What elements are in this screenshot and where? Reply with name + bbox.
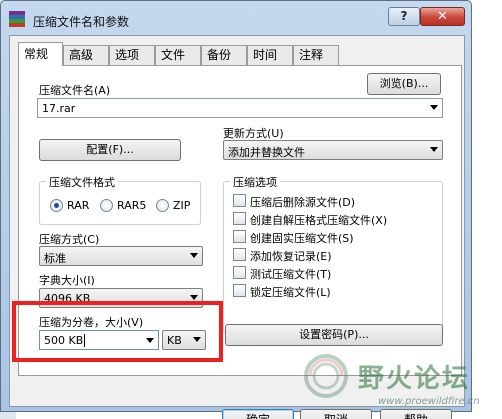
update-mode-dropdown[interactable]: 添加并替换文件	[223, 140, 443, 160]
profiles-button[interactable]: 配置(F)...	[39, 139, 181, 161]
tab-options[interactable]: 选项	[109, 45, 155, 65]
tab-comment[interactable]: 注释	[293, 45, 339, 65]
update-mode-value: 添加并替换文件	[228, 146, 305, 159]
tab-files[interactable]: 文件	[155, 45, 201, 65]
window-title: 压缩文件名和参数	[33, 15, 130, 29]
chevron-down-icon	[430, 105, 438, 110]
create-solid-label[interactable]: 创建固实压缩文件(S)	[250, 230, 354, 246]
create-solid-checkbox[interactable]	[233, 230, 246, 243]
set-password-button[interactable]: 设置密码(P)...	[225, 324, 443, 346]
format-rar5-label[interactable]: RAR5	[117, 199, 146, 212]
title-bar[interactable]: 压缩文件名和参数 ? ✕	[1, 1, 471, 35]
cancel-button[interactable]: 取消	[300, 409, 372, 419]
archive-name-value: 17.rar	[42, 102, 76, 115]
create-sfx-label[interactable]: 创建自解压格式压缩文件(X)	[250, 212, 387, 228]
close-button[interactable]: ✕	[420, 7, 465, 26]
chevron-down-icon	[190, 295, 198, 300]
test-archive-checkbox[interactable]	[233, 266, 246, 279]
tab-general[interactable]: 常规	[18, 42, 63, 66]
lock-archive-checkbox[interactable]	[233, 284, 246, 297]
format-zip-label[interactable]: ZIP	[173, 199, 190, 212]
format-rar-radio[interactable]	[50, 199, 63, 212]
help-title-button[interactable]: ?	[388, 7, 420, 26]
archive-format-legend: 压缩文件格式	[46, 174, 118, 190]
delete-after-archiving-checkbox[interactable]	[233, 194, 246, 207]
ok-button[interactable]: 确定	[222, 409, 294, 419]
recovery-record-checkbox[interactable]	[233, 248, 246, 261]
compression-method-value: 标准	[44, 252, 66, 265]
winrar-app-icon	[9, 11, 25, 27]
watermark-text: 野火论坛	[358, 364, 471, 394]
compression-method-label: 压缩方式(C)	[39, 233, 100, 246]
delete-after-archiving-label[interactable]: 压缩后删除源文件(D)	[250, 194, 355, 210]
chevron-down-icon	[430, 147, 438, 152]
test-archive-label[interactable]: 测试压缩文件(T)	[250, 266, 331, 282]
archive-name-combobox[interactable]: 17.rar	[37, 98, 443, 118]
screen: 压缩文件名和参数 ? ✕ 常规 高级 选项 文件 备份 时间 注释 压缩文件名(…	[0, 0, 502, 419]
recovery-record-label[interactable]: 添加恢复记录(E)	[250, 248, 332, 264]
create-sfx-checkbox[interactable]	[233, 212, 246, 225]
dictionary-size-label: 字典大小(I)	[39, 274, 95, 287]
archiving-options-legend: 压缩选项	[230, 174, 280, 190]
split-volume-highlight-box	[12, 301, 223, 362]
archive-name-label: 压缩文件名(A)	[39, 84, 111, 97]
format-rar5-radio[interactable]	[100, 199, 113, 212]
tab-backup[interactable]: 备份	[201, 45, 247, 65]
update-mode-label: 更新方式(U)	[223, 127, 284, 140]
format-rar-label[interactable]: RAR	[67, 199, 89, 212]
compression-method-dropdown[interactable]: 标准	[39, 246, 203, 266]
browse-button[interactable]: 浏览(B)...	[367, 73, 441, 95]
format-zip-radio[interactable]	[156, 199, 169, 212]
tab-advanced[interactable]: 高级	[63, 45, 109, 65]
watermark-url: www.proewildfire.cn	[378, 396, 480, 407]
tab-time[interactable]: 时间	[247, 45, 293, 65]
lock-archive-label[interactable]: 锁定压缩文件(L)	[250, 284, 331, 300]
help-button[interactable]: 帮助	[380, 409, 452, 419]
chevron-down-icon	[190, 253, 198, 258]
